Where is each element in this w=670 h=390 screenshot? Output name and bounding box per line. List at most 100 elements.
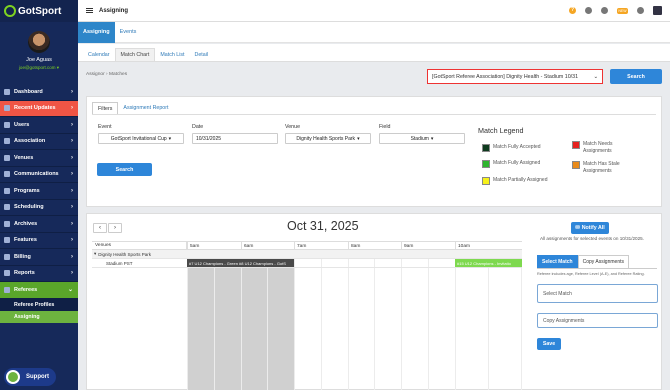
caret-down-icon: ▾: [430, 135, 434, 142]
chevron-right-icon: ›: [71, 105, 73, 112]
assignment-tabs: Select Match Copy Assignments: [537, 255, 657, 269]
breadcrumb: Assignor › Matches: [86, 72, 127, 77]
notify-all-button[interactable]: ✉ Notify All: [571, 222, 609, 234]
sidebar-item-label: Billing: [14, 253, 31, 260]
gotsport-logo[interactable]: GotSport: [0, 0, 78, 22]
sidebar-item-dashboard[interactable]: Dashboard ›: [0, 84, 78, 101]
module-tabs: Assigning Events: [78, 21, 670, 43]
sidebar-item-reports[interactable]: Reports ›: [0, 266, 78, 282]
sidebar-item-association[interactable]: Association ›: [0, 134, 78, 150]
sub-tabs: Calendar Match Chart Match List Detail: [78, 44, 670, 62]
new-badge[interactable]: NEW: [617, 7, 628, 14]
profile-name: Joe Aguas: [26, 57, 52, 63]
account-icon[interactable]: [653, 6, 662, 15]
programs-icon: [4, 187, 10, 194]
filter-tabs: Filters Assignment Report: [92, 102, 173, 114]
event-select[interactable]: GotSport Invitational Cup ▾: [98, 133, 184, 144]
next-day-button[interactable]: ›: [108, 223, 122, 233]
venue-label: Venue: [285, 124, 301, 130]
grid-line: [374, 250, 375, 390]
legend-item-partially-assigned: Match Partially Assigned: [482, 177, 554, 185]
sidebar-item-communications[interactable]: Communications ›: [0, 167, 78, 183]
tab-match-list[interactable]: Match List: [155, 48, 189, 61]
top-bar: Assigning ? NEW: [78, 0, 670, 22]
tab-select-match[interactable]: Select Match: [537, 255, 578, 268]
star-icon: [4, 237, 10, 244]
chevron-right-icon: ›: [71, 154, 73, 161]
tab-events[interactable]: Events: [115, 22, 142, 43]
tab-assigning[interactable]: Assigning: [78, 21, 115, 43]
user-profile: Joe Aguas joe@gotsport.com ▾: [0, 22, 78, 84]
user-icon[interactable]: [585, 7, 592, 14]
venue-group-row[interactable]: ▾ Dignity Health Sports Park: [92, 250, 522, 259]
match-event-block[interactable]: #15 U12 Champions - Invitatio: [455, 259, 522, 267]
sidebar-item-features[interactable]: Features ›: [0, 233, 78, 249]
grid-line: [214, 250, 215, 390]
sidebar-item-referees[interactable]: Referees ⌄: [0, 282, 78, 299]
tab-calendar[interactable]: Calendar: [83, 48, 115, 61]
grid-line: [348, 250, 349, 390]
referee-hint: Referee includes age, Referee Level (A-E…: [537, 272, 645, 276]
legend-item-fully-accepted: Match Fully Accepted: [482, 144, 541, 152]
match-select-dropdown[interactable]: [GotSport Referee Association] Dignity H…: [427, 69, 603, 84]
field-select[interactable]: Stadium ▾: [379, 133, 465, 144]
match-event-block[interactable]: #7 U12 Champions - Green #8 U12 Champion…: [187, 259, 294, 267]
sidebar-item-recent-updates[interactable]: Recent Updates ›: [0, 100, 78, 117]
grid-line: [401, 250, 402, 390]
sidebar-item-label: Features: [14, 237, 37, 244]
sidebar-item-venues[interactable]: Venues ›: [0, 150, 78, 167]
tab-filters[interactable]: Filters: [92, 102, 119, 114]
envelope-icon: [4, 171, 10, 178]
tab-copy-assignments[interactable]: Copy Assignments: [577, 255, 629, 268]
support-button[interactable]: Support: [4, 368, 56, 386]
chevron-right-icon: ›: [71, 187, 73, 194]
select-match-input[interactable]: Select Match: [537, 284, 658, 303]
tab-assignment-report[interactable]: Assignment Report: [118, 102, 173, 114]
sidebar-item-billing[interactable]: Billing ›: [0, 249, 78, 266]
profile-email[interactable]: joe@gotsport.com ▾: [0, 65, 78, 71]
venue-select[interactable]: Dignity Health Sports Park ▾: [285, 133, 371, 144]
legend-swatch: [482, 160, 490, 168]
filter-search-button[interactable]: Search: [97, 163, 152, 176]
save-button[interactable]: Save: [537, 338, 561, 350]
grid-line: [241, 250, 242, 390]
legend-label: Match Fully Assigned: [493, 160, 541, 166]
caret-down-icon: ▾: [357, 135, 360, 142]
chevron-right-icon: ›: [71, 171, 73, 178]
notify-all-label: Notify All: [581, 225, 605, 231]
tab-detail[interactable]: Detail: [190, 48, 214, 61]
sidebar-item-archives[interactable]: Archives ›: [0, 216, 78, 233]
top-icons: ? NEW: [569, 6, 662, 15]
sidebar-item-users[interactable]: Users ›: [0, 117, 78, 134]
sidebar-item-scheduling[interactable]: Scheduling ›: [0, 200, 78, 216]
sidebar-item-label: Association: [14, 138, 46, 145]
sidebar-subitem-referee-profiles[interactable]: Referee Profiles: [0, 298, 78, 311]
legend-swatch: [572, 141, 580, 149]
whistle-icon[interactable]: [601, 7, 608, 14]
sidebar-item-label: Recent Updates: [14, 105, 56, 112]
date-label: Date: [192, 124, 204, 130]
sidebar-item-programs[interactable]: Programs ›: [0, 183, 78, 200]
search-button[interactable]: Search: [610, 69, 662, 84]
filter-panel: Filters Assignment Report Event GotSport…: [86, 96, 662, 207]
sidebar-item-label: Venues: [14, 154, 34, 161]
tab-match-chart[interactable]: Match Chart: [114, 48, 156, 61]
copy-assignments-input[interactable]: Copy Assignments: [537, 313, 658, 328]
prev-day-button[interactable]: ‹: [93, 223, 107, 233]
venue-value: Dignity Health Sports Park: [296, 135, 356, 142]
support-icon: [6, 370, 20, 384]
sidebar-subitem-assigning[interactable]: Assigning: [0, 310, 78, 323]
legend-item-fully-assigned: Match Fully Assigned: [482, 160, 540, 168]
whistle-icon: [4, 286, 10, 293]
breadcrumb-assignor[interactable]: Assignor: [86, 72, 105, 77]
legend-label: Match Has Stale Assignments: [583, 161, 620, 174]
assignment-panel: ✉ Notify All All assignments for selecte…: [523, 214, 661, 389]
date-field[interactable]: 10/31/2025: [192, 133, 278, 144]
chat-icon[interactable]: [637, 7, 644, 14]
help-icon[interactable]: ?: [569, 7, 576, 14]
hamburger-menu-icon[interactable]: [86, 7, 93, 14]
chevron-right-icon: ›: [71, 88, 73, 95]
breadcrumb-separator: ›: [106, 72, 108, 77]
grid-line: [521, 250, 522, 390]
avatar[interactable]: [28, 31, 50, 53]
